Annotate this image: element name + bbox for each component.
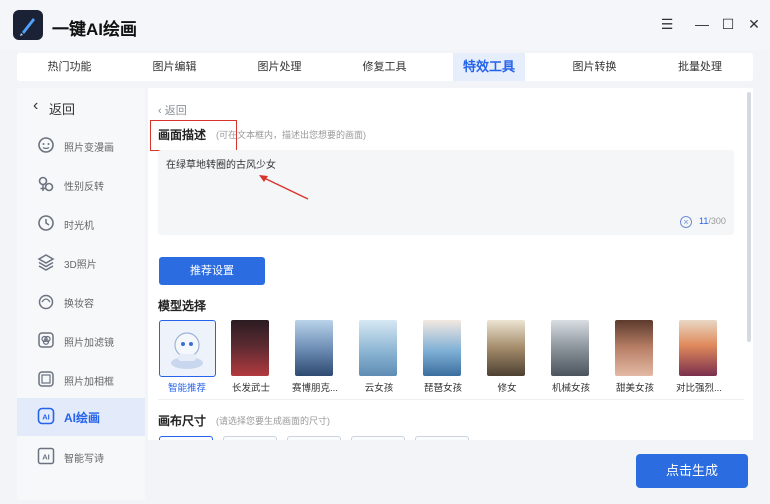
gender-icon: [38, 176, 54, 192]
sidebar-item-makeup[interactable]: 换妆容: [17, 283, 145, 321]
robot-icon: [171, 332, 203, 369]
model-thumbnail: [231, 320, 269, 376]
filter-icon: [38, 332, 54, 348]
sidebar-item-label: AI绘画: [64, 411, 101, 425]
face-icon: [38, 137, 54, 153]
canvas-size-option[interactable]: [415, 436, 469, 440]
model-label: 甜美女孩: [615, 383, 654, 394]
model-label: 云女孩: [364, 383, 394, 394]
main-back-button[interactable]: ‹ 返回: [158, 102, 187, 118]
desc-title: 画面描述: [158, 128, 207, 142]
model-item[interactable]: 机械女孩: [543, 320, 600, 394]
canvas-size-option[interactable]: [351, 436, 405, 440]
main-panel: ‹ 返回 画面描述 (可在文本框内，描述出您想要的画面) 在绿草地转圈的古风少女…: [148, 88, 753, 440]
app-title: 一键AI绘画: [52, 20, 137, 39]
sidebar-item-filter[interactable]: 照片加滤镜: [17, 322, 145, 360]
main-back-label: 返回: [164, 105, 187, 117]
char-count: 11: [699, 216, 709, 226]
description-textarea[interactable]: 在绿草地转圈的古风少女 × 11/300: [158, 150, 734, 235]
model-item[interactable]: 甜美女孩: [607, 320, 664, 394]
model-item[interactable]: 智能推荐: [159, 320, 216, 394]
minimize-button[interactable]: —: [692, 14, 712, 34]
model-thumbnail: [487, 320, 525, 376]
generate-button[interactable]: 点击生成: [636, 454, 748, 488]
tab-image-convert[interactable]: 图片转换: [542, 53, 647, 81]
sidebar: ‹ 返回 照片变漫画 性别反转 时光机 3D照片 换妆容 照片加滤镜 照片加相框…: [17, 88, 145, 500]
model-label: 机械女孩: [551, 383, 590, 394]
divider: [158, 399, 744, 400]
model-thumbnail: [423, 320, 461, 376]
model-item[interactable]: 赛博朋克...: [287, 320, 344, 394]
layers-icon: [37, 254, 55, 271]
recommend-settings-button[interactable]: 推荐设置: [159, 257, 265, 285]
model-thumbnail: [295, 320, 333, 376]
menu-icon[interactable]: ☰: [657, 14, 677, 34]
clock-icon: [38, 215, 54, 231]
model-thumbnail: [159, 320, 216, 377]
sidebar-back-label: 返回: [49, 102, 76, 117]
title-bar: 一键AI绘画 ☰ — ☐ ✕: [0, 0, 770, 50]
model-item[interactable]: 修女: [479, 320, 536, 394]
sidebar-back-button[interactable]: ‹ 返回: [17, 96, 145, 120]
scrollbar[interactable]: [747, 92, 751, 342]
model-label: 琵琶女孩: [423, 383, 462, 394]
sidebar-item-label: 3D照片: [64, 260, 97, 271]
sidebar-item-label: 智能写诗: [64, 454, 104, 465]
maximize-button[interactable]: ☐: [718, 14, 738, 34]
model-thumbnail: [679, 320, 717, 376]
close-button[interactable]: ✕: [744, 14, 764, 34]
tab-image-edit[interactable]: 图片编辑: [122, 53, 227, 81]
model-thumbnail: [551, 320, 589, 376]
sidebar-item-frame[interactable]: 照片加相框: [17, 361, 145, 399]
sidebar-item-gender-swap[interactable]: 性别反转: [17, 166, 145, 204]
model-label: 赛博朋克...: [292, 383, 338, 394]
ai-poem-icon: AI: [37, 447, 55, 465]
sidebar-item-3d-photo[interactable]: 3D照片: [17, 244, 145, 282]
sidebar-item-time-machine[interactable]: 时光机: [17, 205, 145, 243]
char-max: /300: [708, 216, 726, 226]
sidebar-item-label: 照片加相框: [64, 377, 114, 388]
sidebar-item-label: 性别反转: [64, 182, 104, 193]
model-item[interactable]: 对比强烈...: [671, 320, 728, 394]
sidebar-item-label: 换妆容: [64, 299, 94, 310]
clear-icon[interactable]: ×: [680, 216, 692, 228]
tab-repair-tools[interactable]: 修复工具: [332, 53, 437, 81]
sidebar-item-ai-painting[interactable]: AI AI绘画: [17, 398, 145, 436]
tab-effect-tools[interactable]: 特效工具: [453, 53, 525, 81]
ai-icon: AI: [37, 407, 55, 425]
chevron-left-icon: ‹: [33, 97, 39, 114]
sidebar-item-ai-poem[interactable]: AI 智能写诗: [17, 438, 145, 476]
makeup-icon: [38, 294, 54, 310]
sidebar-item-photo-to-comic[interactable]: 照片变漫画: [17, 127, 145, 165]
svg-text:AI: AI: [42, 452, 50, 461]
top-tab-bar: 热门功能 图片编辑 图片处理 修复工具 特效工具 图片转换 批量处理: [17, 53, 753, 81]
app-logo-icon: [13, 10, 43, 40]
tab-hot[interactable]: 热门功能: [17, 53, 122, 81]
model-thumbnail: [359, 320, 397, 376]
model-thumbnail: [615, 320, 653, 376]
desc-hint: (可在文本框内，描述出您想要的画面): [216, 130, 366, 140]
tab-batch[interactable]: 批量处理: [647, 53, 753, 81]
model-item[interactable]: 长发武士: [223, 320, 280, 394]
sidebar-item-label: 时光机: [64, 221, 94, 232]
frame-icon: [38, 371, 54, 387]
canvas-size-option[interactable]: [159, 436, 213, 440]
model-label: 修女: [497, 383, 517, 394]
canvas-size-option[interactable]: [223, 436, 277, 440]
canvas-size-hint: (请选择您要生成画面的尺寸): [216, 416, 330, 426]
svg-text:AI: AI: [42, 412, 50, 421]
model-label: 长发武士: [231, 383, 270, 394]
sidebar-item-label: 照片加滤镜: [64, 338, 114, 349]
annotation-arrow-icon: [259, 175, 309, 200]
model-label: 智能推荐: [167, 383, 206, 394]
canvas-size-title: 画布尺寸: [158, 414, 207, 428]
tab-image-process[interactable]: 图片处理: [227, 53, 332, 81]
model-label: 对比强烈...: [676, 383, 722, 394]
char-counter: 11/300: [699, 216, 726, 226]
model-item[interactable]: 琵琶女孩: [415, 320, 472, 394]
model-title: 模型选择: [158, 299, 207, 313]
model-item[interactable]: 云女孩: [351, 320, 408, 394]
canvas-size-option[interactable]: [287, 436, 341, 440]
sidebar-item-label: 照片变漫画: [64, 143, 114, 154]
